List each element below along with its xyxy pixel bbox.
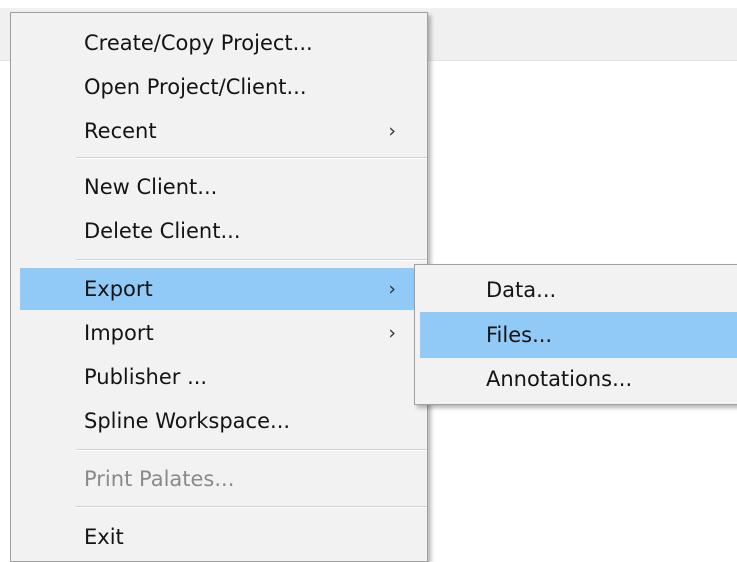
menu-item-label: Delete Client...	[84, 219, 241, 243]
menu-item-export[interactable]: Export ›	[20, 268, 418, 310]
menu-item-label: Import	[84, 321, 154, 345]
menu-item-label: Export	[84, 277, 153, 301]
menu-item-label: Publisher ...	[84, 365, 208, 389]
menu-item-open-project-client[interactable]: Open Project/Client...	[20, 66, 418, 108]
submenu-item-files[interactable]: Files...	[420, 312, 737, 358]
menu-item-label: Open Project/Client...	[84, 75, 307, 99]
chevron-right-icon: ›	[388, 278, 396, 300]
menu-separator	[76, 157, 427, 159]
menu-item-label: Recent	[84, 119, 157, 143]
submenu-item-label: Files...	[486, 323, 553, 347]
menu-separator	[76, 449, 427, 451]
menu-item-label: Print Palates...	[84, 467, 235, 491]
menu-item-label: Exit	[84, 525, 124, 549]
menu-item-publisher[interactable]: Publisher ...	[20, 356, 418, 398]
menu-item-label: New Client...	[84, 175, 218, 199]
menu-item-recent[interactable]: Recent ›	[20, 110, 418, 152]
file-menu: Create/Copy Project... Open Project/Clie…	[10, 12, 428, 562]
submenu-item-label: Annotations...	[486, 367, 633, 391]
submenu-item-data[interactable]: Data...	[420, 267, 737, 313]
menu-separator	[76, 259, 427, 261]
menu-item-print-palates: Print Palates...	[20, 458, 418, 500]
menu-item-import[interactable]: Import ›	[20, 312, 418, 354]
menu-item-label: Create/Copy Project...	[84, 31, 313, 55]
menu-item-delete-client[interactable]: Delete Client...	[20, 210, 418, 252]
export-submenu: Data... Files... Annotations...	[414, 264, 737, 405]
menu-item-new-client[interactable]: New Client...	[20, 166, 418, 208]
submenu-item-label: Data...	[486, 278, 557, 302]
chevron-right-icon: ›	[388, 120, 396, 142]
chevron-right-icon: ›	[388, 322, 396, 344]
submenu-item-annotations[interactable]: Annotations...	[420, 356, 737, 402]
menu-item-spline-workspace[interactable]: Spline Workspace...	[20, 400, 418, 442]
menu-item-label: Spline Workspace...	[84, 409, 291, 433]
menu-separator	[76, 506, 427, 508]
menu-item-create-copy-project[interactable]: Create/Copy Project...	[20, 22, 418, 64]
